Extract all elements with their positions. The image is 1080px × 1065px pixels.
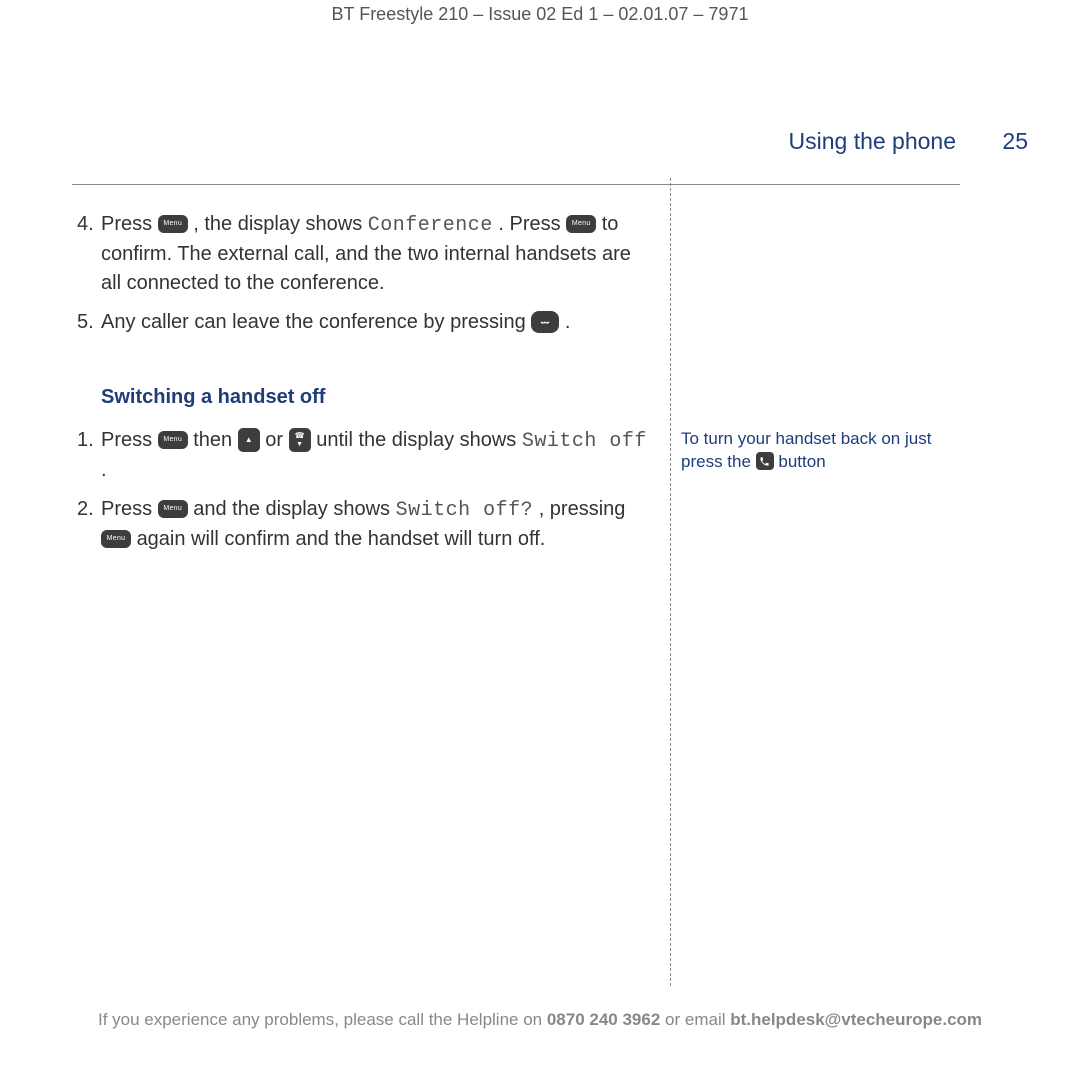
subsection-heading: Switching a handset off [77, 383, 647, 412]
text-fragment: . [101, 459, 107, 481]
page-footer: If you experience any problems, please c… [0, 1010, 1080, 1030]
text-fragment: . [565, 311, 571, 333]
display-text: Switch off [522, 430, 647, 453]
menu-key-icon: Menu [158, 431, 188, 449]
instruction-step: 5. Any caller can leave the conference b… [77, 308, 647, 337]
text-fragment: until the display shows [316, 429, 522, 451]
helpline-phone: 0870 240 3962 [547, 1010, 660, 1029]
menu-key-icon: Menu [158, 215, 188, 233]
step-text: Any caller can leave the conference by p… [101, 308, 647, 337]
menu-key-icon: Menu [101, 530, 131, 548]
text-fragment: then [193, 429, 237, 451]
step-number: 1. [77, 426, 101, 485]
text-fragment: Press [101, 429, 158, 451]
step-number: 2. [77, 495, 101, 554]
text-fragment: or [265, 429, 288, 451]
call-key-icon [756, 452, 774, 470]
text-fragment: Any caller can leave the conference by p… [101, 311, 531, 333]
footer-text: or email [665, 1010, 730, 1029]
text-fragment: , pressing [539, 498, 626, 520]
document-header-text: BT Freestyle 210 – Issue 02 Ed 1 – 02.01… [332, 4, 749, 24]
hangup-key-icon [531, 311, 559, 333]
page-number: 25 [1002, 128, 1028, 154]
up-key-icon [238, 428, 260, 452]
step-number: 5. [77, 308, 101, 337]
instruction-step: 4. Press Menu , the display shows Confer… [77, 210, 647, 298]
text-fragment: Press [101, 213, 158, 235]
display-text: Switch off? [396, 499, 534, 522]
instruction-step: 2. Press Menu and the display shows Swit… [77, 495, 647, 554]
helpline-email: bt.helpdesk@vtecheurope.com [730, 1010, 982, 1029]
display-text: Conference [368, 214, 493, 237]
step-text: Press Menu , the display shows Conferenc… [101, 210, 647, 298]
menu-key-icon: Menu [158, 500, 188, 518]
down-key-icon [289, 428, 311, 452]
main-column: 4. Press Menu , the display shows Confer… [72, 210, 647, 564]
horizontal-rule [72, 184, 960, 185]
text-fragment: , the display shows [193, 213, 368, 235]
step-text: Press Menu then or until the display sho… [101, 426, 647, 485]
text-fragment: and the display shows [193, 498, 395, 520]
document-header: BT Freestyle 210 – Issue 02 Ed 1 – 02.01… [0, 0, 1080, 25]
step-text: Press Menu and the display shows Switch … [101, 495, 647, 554]
text-fragment: button [778, 452, 825, 471]
manual-page: BT Freestyle 210 – Issue 02 Ed 1 – 02.01… [0, 0, 1080, 1065]
text-fragment: Press [101, 498, 158, 520]
section-header: Using the phone 25 [789, 128, 1029, 155]
text-fragment: again will confirm and the handset will … [137, 528, 546, 550]
text-fragment: . Press [498, 213, 566, 235]
instruction-step: 1. Press Menu then or until the display … [77, 426, 647, 485]
side-column: To turn your handset back on just press … [647, 210, 960, 564]
content-area: 4. Press Menu , the display shows Confer… [72, 210, 960, 564]
section-title: Using the phone [789, 128, 957, 154]
footer-text: If you experience any problems, please c… [98, 1010, 547, 1029]
side-note: To turn your handset back on just press … [681, 428, 960, 474]
step-number: 4. [77, 210, 101, 298]
menu-key-icon: Menu [566, 215, 596, 233]
